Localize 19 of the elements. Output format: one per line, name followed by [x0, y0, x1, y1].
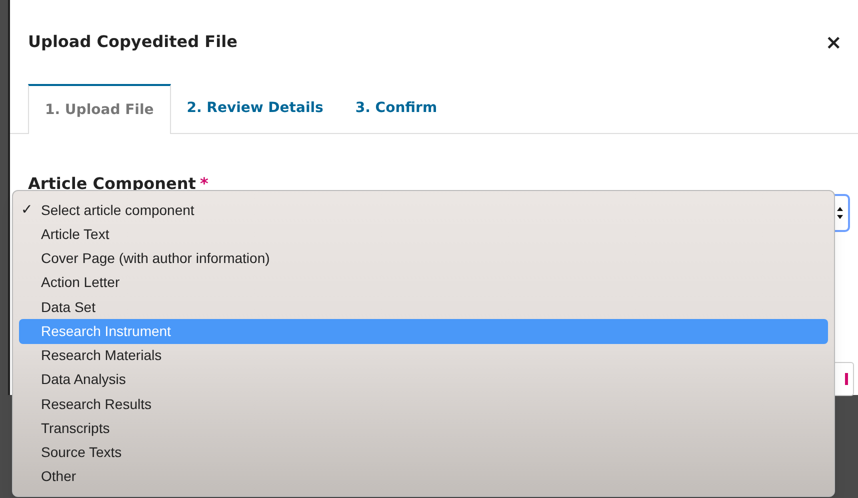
- dropdown-option[interactable]: Data Analysis: [19, 368, 828, 392]
- dropdown-option[interactable]: Data Set: [19, 295, 828, 320]
- dialog-title: Upload Copyedited File: [28, 31, 238, 53]
- dropdown-option[interactable]: Action Letter: [19, 270, 828, 295]
- dropdown-option[interactable]: Transcripts: [19, 416, 828, 440]
- updown-arrows-icon: [836, 206, 844, 220]
- tab[interactable]: 2. Review Details: [170, 83, 340, 133]
- required-mark: *: [200, 173, 208, 195]
- dropdown-option[interactable]: Research Materials: [19, 344, 828, 368]
- dropdown-option[interactable]: Source Texts: [19, 440, 828, 465]
- close-button[interactable]: ×: [821, 32, 846, 52]
- field-label: Article Component: [28, 173, 196, 195]
- dropdown-option[interactable]: ✓ Select article component: [19, 198, 828, 222]
- dropdown-option[interactable]: Research Results: [19, 392, 828, 416]
- tab[interactable]: 1. Upload File: [28, 84, 171, 134]
- tab[interactable]: 3. Confirm: [339, 83, 454, 133]
- dropdown-option[interactable]: Other: [19, 464, 828, 489]
- dropdown-option[interactable]: Cover Page (with author information): [19, 246, 828, 271]
- dropdown-option[interactable]: Article Text: [19, 222, 828, 246]
